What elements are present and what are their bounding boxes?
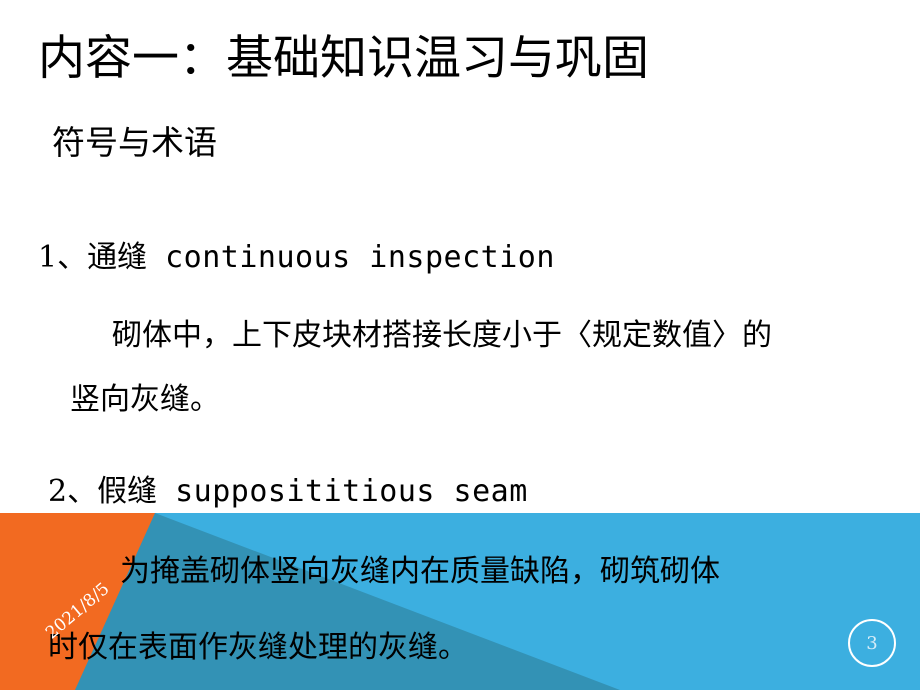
body-line-6-chinese: 时仅在表面作灰缝处理的灰缝。 — [48, 630, 468, 665]
page-number-badge: 3 — [848, 619, 896, 667]
body-line-3-chinese: 竖向灰缝。 — [70, 382, 220, 417]
body-line-5-chinese: 为掩盖砌体竖向灰缝内在质量缺陷，砌筑砌体 — [120, 554, 720, 589]
slide-canvas: 内容一：基础知识温习与巩固 符号与术语 1、通缝 continuous inspe… — [0, 0, 920, 690]
page-title: 内容一：基础知识温习与巩固 — [38, 31, 649, 86]
body-line-4-chinese: 2、假缝 — [48, 474, 158, 509]
body-line-3: 竖向灰缝。 — [70, 374, 220, 418]
body-line-4-english: supposititious seam — [175, 474, 528, 509]
body-line-5: 为掩盖砌体竖向灰缝内在质量缺陷，砌筑砌体 — [120, 546, 720, 590]
page-subtitle: 符号与术语 — [52, 123, 217, 162]
body-line-1-english: continuous inspection — [165, 240, 555, 275]
body-line-1: 1、通缝 continuous inspection — [38, 232, 555, 276]
body-line-2: 砌体中，上下皮块材搭接长度小于〈规定数值〉的 — [112, 310, 772, 354]
body-line-1-chinese: 1、通缝 — [38, 240, 148, 275]
body-line-4: 2、假缝 supposititious seam — [48, 466, 528, 510]
body-line-6: 时仅在表面作灰缝处理的灰缝。 — [48, 622, 468, 666]
body-line-2-chinese: 砌体中，上下皮块材搭接长度小于〈规定数值〉的 — [112, 318, 772, 353]
